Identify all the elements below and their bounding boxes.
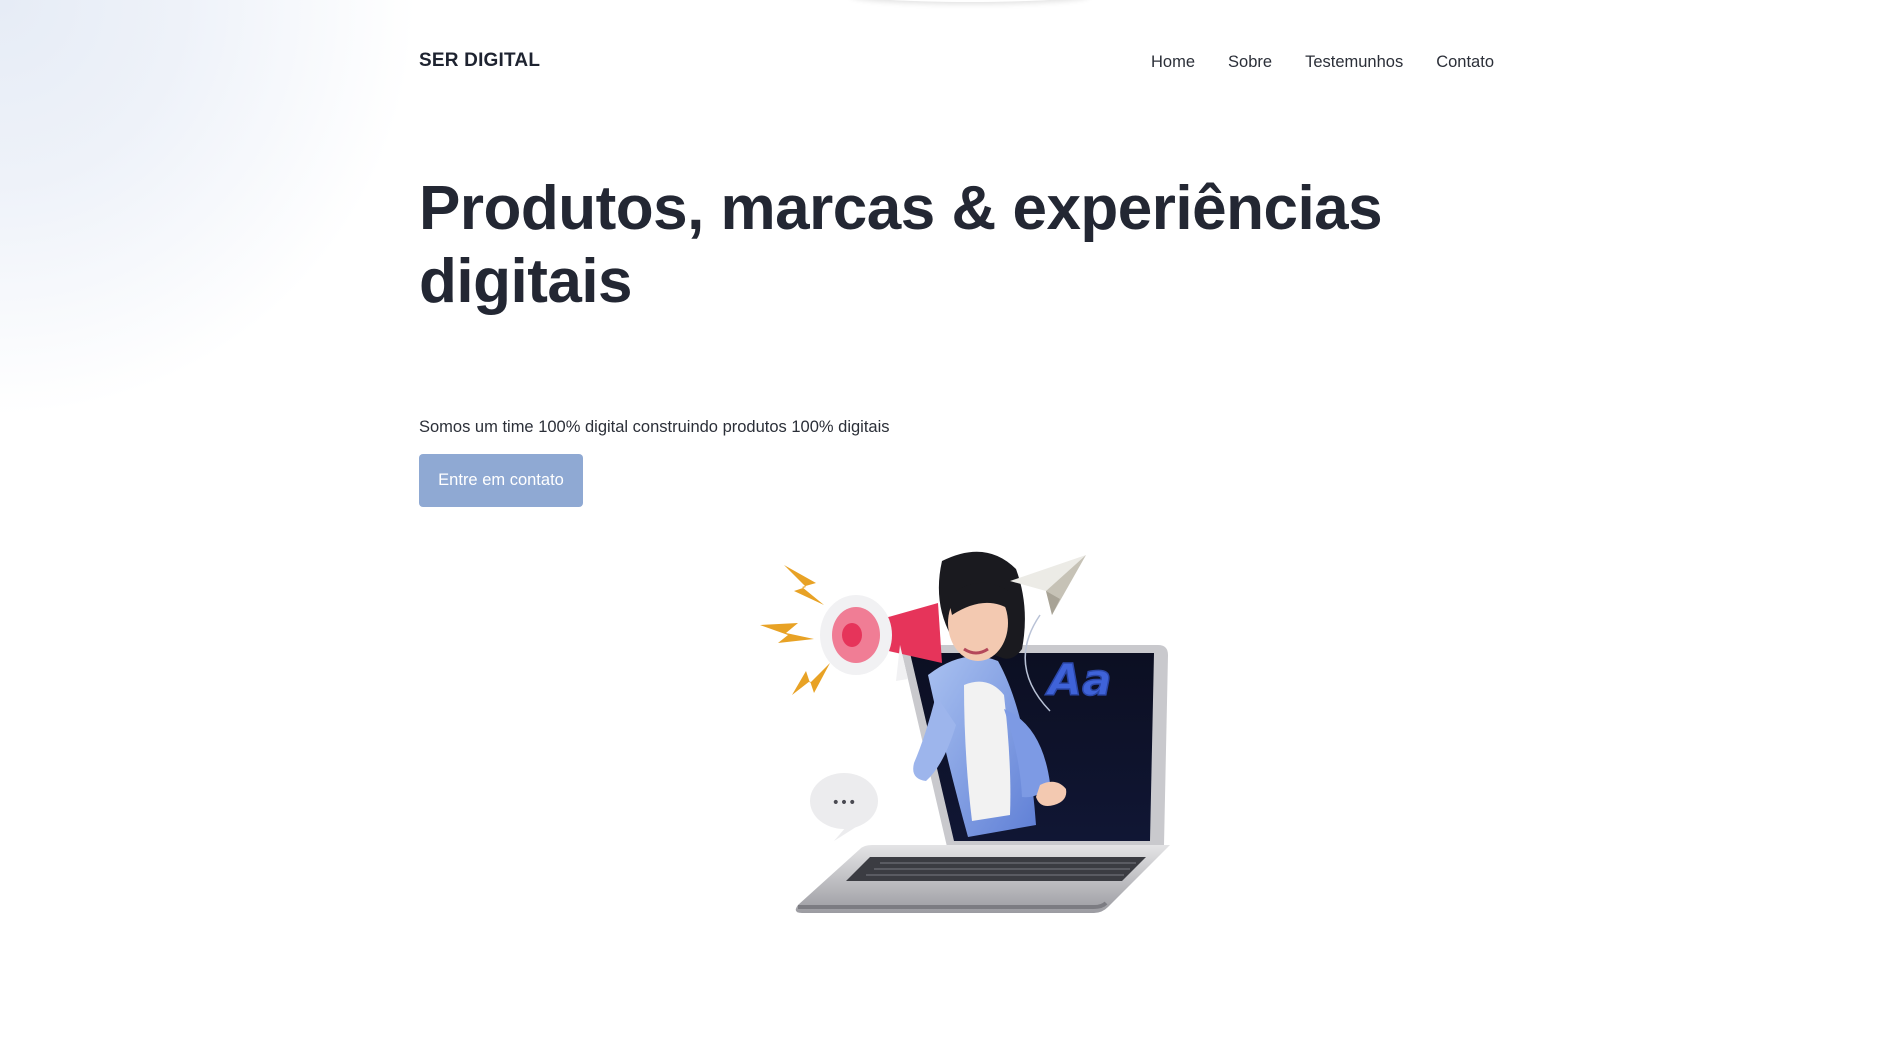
contact-cta-button[interactable]: Entre em contato [419,454,583,507]
nav-item-home[interactable]: Home [1151,53,1195,72]
nav-item-testemunhos[interactable]: Testemunhos [1305,53,1403,72]
nav-item-contato[interactable]: Contato [1436,53,1494,72]
hero-subtitle: Somos um time 100% digital construindo p… [419,418,890,436]
svg-text:Aa: Aa [1045,655,1112,706]
hero-title-line-1: Produtos, marcas & experiências [419,174,1383,243]
svg-text:•••: ••• [832,795,857,811]
font-aa-icon: Aa [1044,654,1112,707]
hero-illustration: Aa ••• [760,551,1170,913]
main-nav: Home Sobre Testemunhos Contato [1151,53,1494,72]
nav-item-sobre[interactable]: Sobre [1228,53,1272,72]
site-logo[interactable]: SER DIGITAL [419,50,540,72]
site-header: SER DIGITAL Home Sobre Testemunhos Conta… [419,48,1494,80]
hero-title-line-2: digitais [419,247,633,316]
lightning-icon [760,565,830,695]
hero-title: Produtos, marcas & experiências digitais [419,172,1419,318]
chat-bubble-icon: ••• [810,773,878,841]
top-shadow-decoration [850,0,1090,2]
